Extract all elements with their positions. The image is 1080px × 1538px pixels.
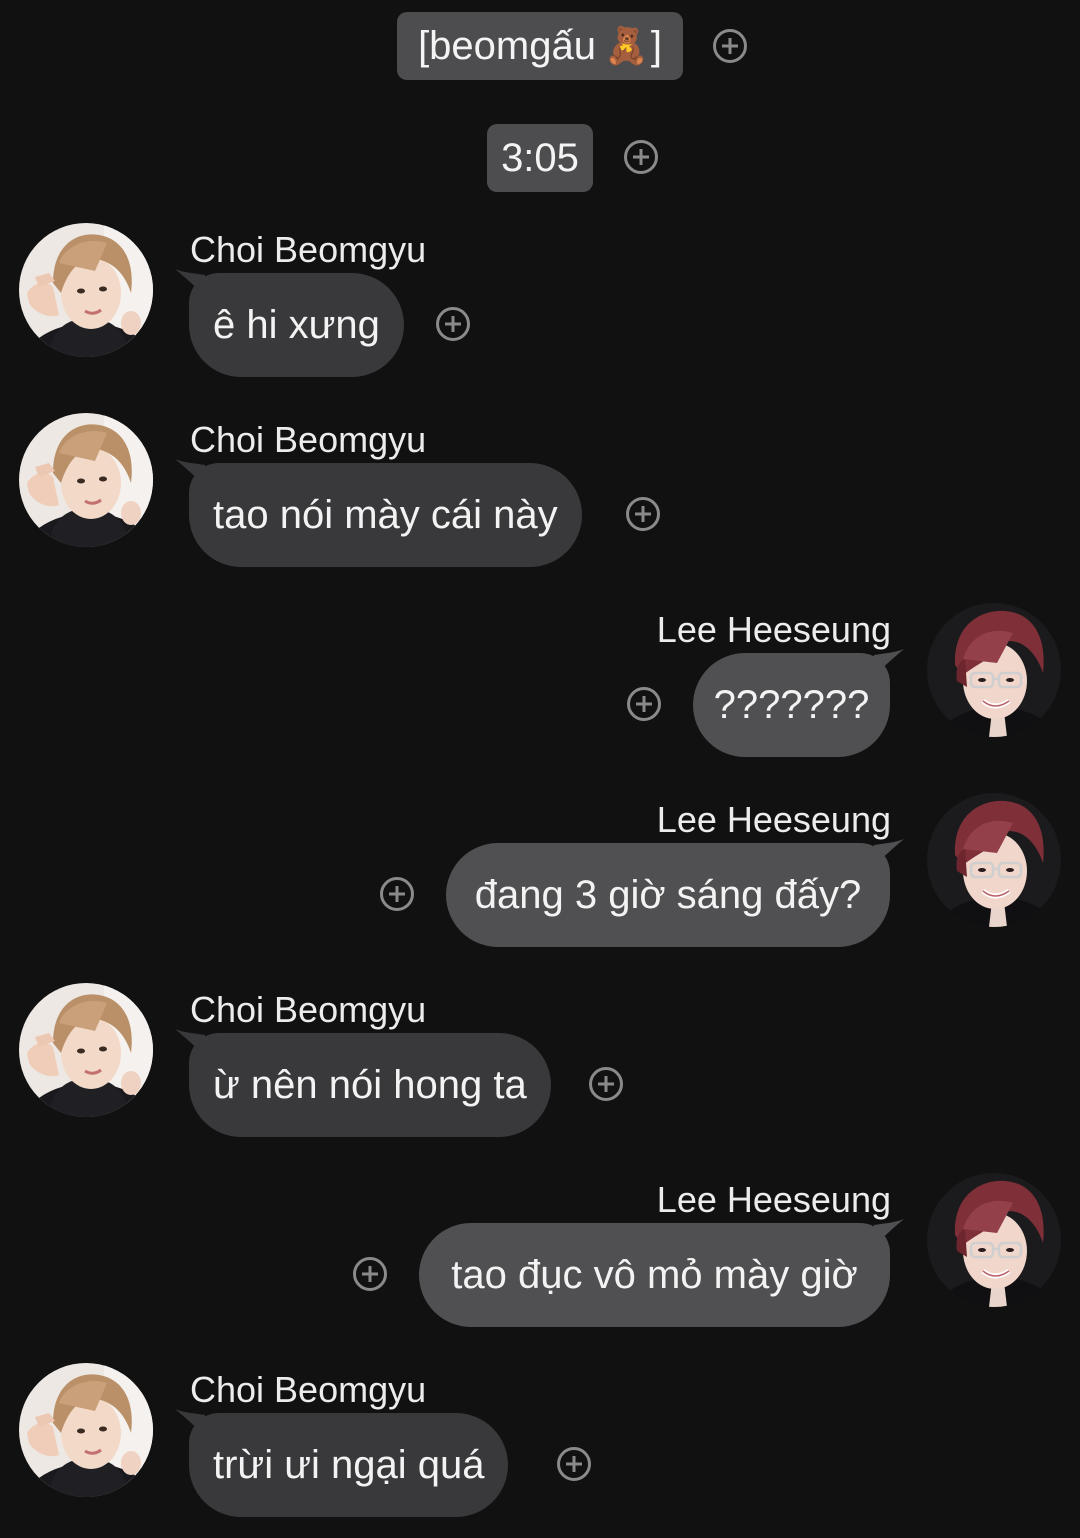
message-bubble[interactable]: tao đục vô mỏ mày giờ: [419, 1219, 904, 1327]
avatar-lee-heeseung[interactable]: [927, 603, 1061, 737]
avatar-choi-beomgyu[interactable]: [19, 983, 153, 1117]
message-bubble[interactable]: ê hi xưng: [175, 269, 404, 377]
message-bubble[interactable]: ???????: [693, 649, 904, 757]
avatar-lee-heeseung[interactable]: [927, 1173, 1061, 1307]
avatar-choi-beomgyu[interactable]: [19, 413, 153, 547]
message-text: tao đục vô mỏ mày giờ: [451, 1252, 858, 1297]
avatar-photo-icon: [927, 793, 1061, 927]
teddy-bear-emoji-icon: 🧸: [603, 25, 649, 66]
avatar-photo-icon: [19, 1363, 153, 1497]
message-bubble[interactable]: trừi ưi ngại quá: [175, 1409, 509, 1517]
avatar-choi-beomgyu[interactable]: [19, 1363, 153, 1497]
add-reaction-icon[interactable]: [589, 1067, 623, 1101]
sender-name: Choi Beomgyu: [190, 989, 427, 1030]
message-text: trừi ưi ngại quá: [213, 1442, 485, 1487]
bubble-tail-icon: [874, 839, 904, 865]
avatar-photo-icon: [927, 603, 1061, 737]
chat-title: [beomgấu 🧸 ]: [397, 12, 683, 80]
message-bubble[interactable]: ừ nên nói hong ta: [175, 1029, 551, 1137]
bubble-tail-icon: [175, 459, 205, 485]
message-text: đang 3 giờ sáng đấy?: [474, 872, 862, 917]
avatar-photo-icon: [19, 223, 153, 357]
message-bubble[interactable]: đang 3 giờ sáng đấy?: [446, 839, 904, 947]
chat-title-close-bracket: ]: [650, 23, 662, 68]
avatar-photo-icon: [19, 413, 153, 547]
message-text: ê hi xưng: [213, 302, 380, 347]
add-reaction-time-icon[interactable]: [624, 140, 658, 174]
add-reaction-icon[interactable]: [627, 687, 661, 721]
avatar-lee-heeseung[interactable]: [927, 793, 1061, 927]
add-reaction-icon[interactable]: [436, 307, 470, 341]
bubble-tail-icon: [175, 269, 205, 295]
avatar-choi-beomgyu[interactable]: [19, 223, 153, 357]
sender-name: Choi Beomgyu: [190, 229, 427, 270]
sender-name: Lee Heeseung: [656, 1179, 891, 1220]
sender-name: Lee Heeseung: [656, 799, 891, 840]
message-text: ừ nên nói hong ta: [213, 1062, 527, 1107]
avatar-photo-icon: [19, 983, 153, 1117]
add-reaction-icon[interactable]: [353, 1257, 387, 1291]
bubble-tail-icon: [175, 1029, 205, 1055]
timestamp: 3:05: [487, 124, 593, 192]
bubble-tail-icon: [874, 649, 904, 675]
avatar-photo-icon: [927, 1173, 1061, 1307]
message-bubble[interactable]: tao nói mày cái này: [175, 459, 582, 567]
sender-name: Choi Beomgyu: [190, 1369, 427, 1410]
add-reaction-title-icon[interactable]: [713, 29, 747, 63]
bubble-tail-icon: [175, 1409, 205, 1435]
sender-name: Lee Heeseung: [656, 609, 891, 650]
bubble-tail-icon: [874, 1219, 904, 1245]
sender-name: Choi Beomgyu: [190, 419, 427, 460]
add-reaction-icon[interactable]: [380, 877, 414, 911]
chat-title-text: [beomgấu: [418, 23, 596, 68]
add-reaction-icon[interactable]: [557, 1447, 591, 1481]
message-text: ???????: [713, 682, 870, 727]
message-text: tao nói mày cái này: [213, 492, 558, 537]
add-reaction-icon[interactable]: [626, 497, 660, 531]
